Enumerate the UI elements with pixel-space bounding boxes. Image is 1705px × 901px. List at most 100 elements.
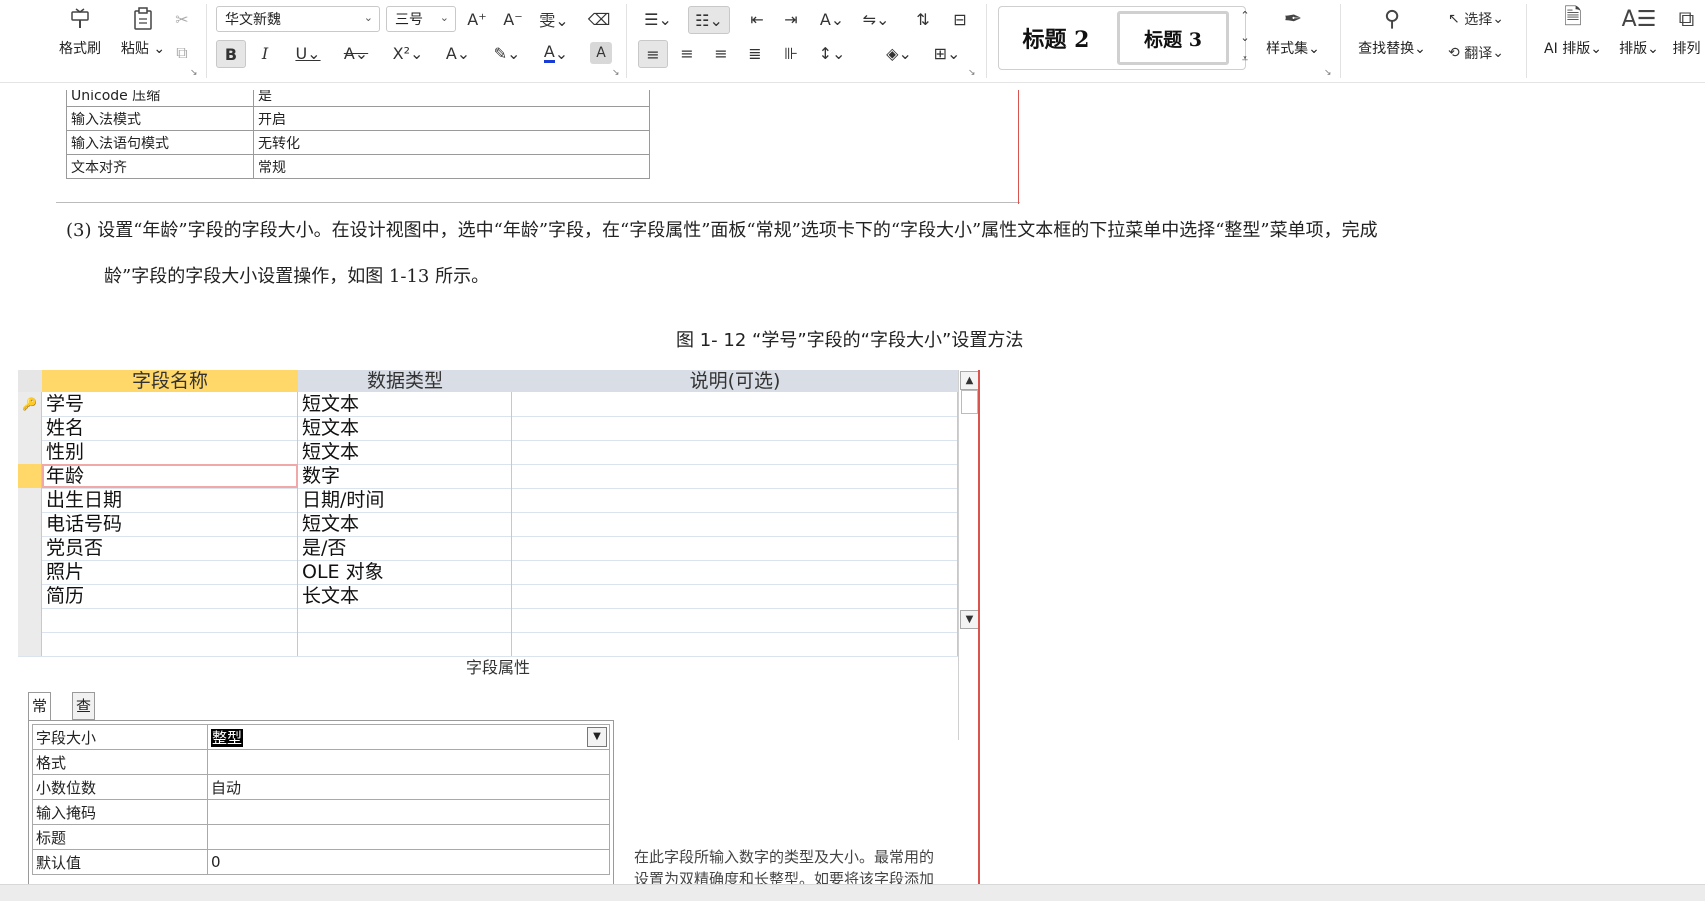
property-value[interactable]: 0 bbox=[207, 849, 610, 875]
format-painter-button[interactable]: 格式刷 bbox=[50, 4, 110, 70]
clear-format-icon[interactable]: ⌫ bbox=[586, 6, 612, 32]
field-row[interactable]: 年龄 数字 bbox=[18, 464, 958, 489]
field-size-value-cell[interactable]: 整型 ▼ bbox=[207, 724, 610, 750]
copy-icon[interactable]: ⧉ bbox=[168, 40, 196, 66]
description-cell[interactable] bbox=[512, 464, 958, 488]
bullets-icon[interactable]: ☰⌄ bbox=[640, 6, 676, 32]
shading-icon[interactable]: ◈⌄ bbox=[880, 40, 918, 66]
row-selector[interactable] bbox=[18, 632, 42, 656]
field-name-cell[interactable]: 出生日期 bbox=[42, 488, 298, 512]
tab-general[interactable]: 常规 bbox=[28, 692, 52, 741]
description-cell[interactable] bbox=[512, 632, 958, 656]
column-header-description[interactable]: 说明(可选) bbox=[512, 370, 959, 392]
field-name-cell[interactable]: 学号 bbox=[42, 392, 298, 416]
field-name-cell[interactable]: 姓名 bbox=[42, 416, 298, 440]
row-selector[interactable] bbox=[18, 488, 42, 512]
property-value[interactable]: 自动 bbox=[207, 774, 610, 800]
row-selector[interactable] bbox=[18, 584, 42, 608]
text-effect-icon[interactable]: A⌄ bbox=[440, 40, 476, 66]
cut-icon[interactable]: ✂ bbox=[168, 6, 196, 32]
borders-icon[interactable]: ⊞⌄ bbox=[928, 40, 966, 66]
field-name-cell[interactable]: 电话号码 bbox=[42, 512, 298, 536]
property-value[interactable] bbox=[207, 749, 610, 775]
property-row[interactable]: 格式 bbox=[32, 749, 610, 775]
styles-scroll-up-icon[interactable]: ⌃ bbox=[1238, 6, 1252, 24]
description-cell[interactable] bbox=[512, 608, 958, 632]
font-launcher-icon[interactable]: ↘ bbox=[612, 68, 620, 78]
field-row[interactable] bbox=[18, 608, 958, 633]
select-all-corner[interactable] bbox=[18, 370, 43, 392]
sort-icon[interactable]: ⇅ bbox=[910, 6, 936, 32]
description-cell[interactable] bbox=[512, 560, 958, 584]
shrink-font-icon[interactable]: A⁻ bbox=[500, 6, 526, 32]
font-name-combo[interactable]: 华文新魏 ⌄ bbox=[216, 6, 380, 32]
row-selector[interactable] bbox=[18, 512, 42, 536]
italic-button[interactable]: I bbox=[252, 40, 278, 66]
paragraph-launcher-icon[interactable]: ↘ bbox=[968, 68, 976, 78]
clipboard-launcher-icon[interactable]: ↘ bbox=[190, 68, 198, 78]
tab-lookup[interactable]: 查阅 bbox=[72, 692, 96, 741]
field-row[interactable]: 🔑 学号 短文本 bbox=[18, 392, 958, 417]
column-header-field-name[interactable]: 字段名称 bbox=[42, 370, 299, 392]
data-type-cell[interactable]: 短文本 bbox=[298, 440, 512, 464]
phonetic-guide-icon[interactable]: 雯⌄ bbox=[536, 6, 572, 32]
field-name-cell[interactable] bbox=[42, 632, 298, 656]
description-cell[interactable] bbox=[512, 392, 958, 416]
description-cell[interactable] bbox=[512, 416, 958, 440]
description-cell[interactable] bbox=[512, 536, 958, 560]
property-row[interactable]: 标题 bbox=[32, 824, 610, 850]
sort-asian-icon[interactable]: ⇋⌄ bbox=[858, 6, 894, 32]
data-type-cell[interactable]: 短文本 bbox=[298, 416, 512, 440]
property-row[interactable]: 字段大小 整型 ▼ bbox=[32, 724, 610, 750]
data-type-cell[interactable]: 短文本 bbox=[298, 512, 512, 536]
property-value[interactable] bbox=[207, 799, 610, 825]
styles-launcher-icon[interactable]: ↘ bbox=[1324, 68, 1332, 78]
align-right-icon[interactable]: ≡ bbox=[708, 40, 734, 66]
field-row[interactable]: 姓名 短文本 bbox=[18, 416, 958, 441]
data-type-cell[interactable] bbox=[298, 632, 512, 656]
align-center-icon[interactable]: ≡ bbox=[674, 40, 700, 66]
scroll-thumb[interactable] bbox=[961, 390, 978, 414]
row-selector[interactable] bbox=[18, 464, 42, 488]
field-row[interactable]: 电话号码 短文本 bbox=[18, 512, 958, 537]
strikethrough-button[interactable]: A⌄ bbox=[338, 40, 374, 66]
data-type-cell[interactable] bbox=[298, 608, 512, 632]
decrease-indent-icon[interactable]: ⇤ bbox=[744, 6, 770, 32]
data-type-cell[interactable]: 日期/时间 bbox=[298, 488, 512, 512]
ai-layout-button[interactable]: 🗎 AI 排版⌄ bbox=[1538, 4, 1608, 70]
paste-button[interactable]: 粘贴 ⌄ bbox=[114, 4, 172, 70]
style-heading3[interactable]: 标题 3 bbox=[1117, 11, 1229, 65]
select-button[interactable]: ↖ 选择 ⌄ bbox=[1440, 6, 1512, 32]
description-cell[interactable] bbox=[512, 488, 958, 512]
property-value[interactable] bbox=[207, 824, 610, 850]
grow-font-icon[interactable]: A⁺ bbox=[464, 6, 490, 32]
scroll-down-arrow-icon[interactable]: ▼ bbox=[960, 610, 979, 629]
data-type-cell[interactable]: OLE 对象 bbox=[298, 560, 512, 584]
primary-key-icon[interactable]: 🔑 bbox=[18, 392, 42, 416]
data-type-cell[interactable]: 是/否 bbox=[298, 536, 512, 560]
distribute-icon[interactable]: ⊪ bbox=[778, 40, 804, 66]
bold-button[interactable]: B bbox=[216, 40, 246, 68]
field-size-selected-value[interactable]: 整型 bbox=[211, 728, 244, 747]
row-selector[interactable] bbox=[18, 536, 42, 560]
data-type-cell[interactable]: 长文本 bbox=[298, 584, 512, 608]
description-cell[interactable] bbox=[512, 584, 958, 608]
translate-button[interactable]: ⟲ 翻译 ⌄ bbox=[1440, 40, 1512, 66]
style-set-button[interactable]: ✒ 样式集⌄ bbox=[1262, 4, 1324, 70]
underline-button[interactable]: U⌄ bbox=[290, 40, 326, 66]
row-selector[interactable] bbox=[18, 560, 42, 584]
property-row[interactable]: 小数位数 自动 bbox=[32, 774, 610, 800]
increase-indent-icon[interactable]: ⇥ bbox=[778, 6, 804, 32]
arrange-button[interactable]: ⧉ 排列 bbox=[1668, 4, 1705, 70]
highlight-icon[interactable]: ✎⌄ bbox=[488, 40, 526, 66]
field-row[interactable]: 照片 OLE 对象 bbox=[18, 560, 958, 585]
font-color-button[interactable]: A ⌄ bbox=[538, 40, 574, 66]
row-selector[interactable] bbox=[18, 608, 42, 632]
dropdown-arrow-icon[interactable]: ▼ bbox=[587, 727, 607, 747]
field-row[interactable]: 性别 短文本 bbox=[18, 440, 958, 465]
property-row[interactable]: 输入掩码 bbox=[32, 799, 610, 825]
style-heading2[interactable]: 标题 2 bbox=[1001, 11, 1111, 65]
field-row[interactable]: 简历 长文本 bbox=[18, 584, 958, 609]
field-name-cell[interactable]: 简历 bbox=[42, 584, 298, 608]
field-row[interactable]: 出生日期 日期/时间 bbox=[18, 488, 958, 513]
